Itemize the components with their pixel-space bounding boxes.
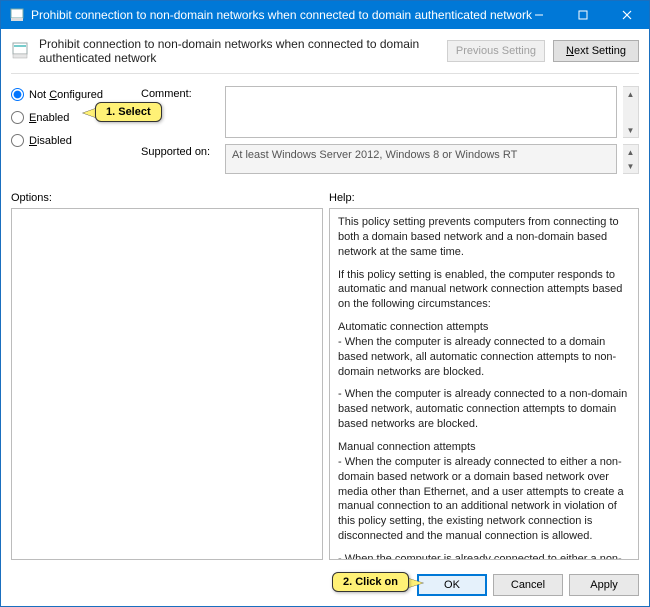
annotation-arrow-icon [407,578,423,588]
annotation-step1: 1. Select [95,102,162,122]
supported-on-value: At least Windows Server 2012, Windows 8 … [225,144,617,174]
radio-disabled[interactable]: Disabled [11,134,131,147]
state-radio-group: Not Configured Enabled Disabled 1. Selec… [11,86,131,174]
help-paragraph: - When the computer is already connected… [338,387,630,432]
cancel-button[interactable]: Cancel [493,574,563,596]
footer: 2. Click on OK Cancel Apply [1,566,649,606]
help-paragraph: - When the computer is already connected… [338,552,630,560]
ok-button[interactable]: OK [417,574,487,596]
radio-disabled-label: Disabled [29,135,72,147]
radio-not-configured-input[interactable] [11,88,24,101]
help-paragraph: - When the computer is already connected… [338,335,630,380]
annotation-step2: 2. Click on [332,572,409,592]
maximize-button[interactable] [561,1,605,29]
radio-disabled-input[interactable] [11,134,24,147]
minimize-button[interactable] [517,1,561,29]
help-pane[interactable]: This policy setting prevents computers f… [329,208,639,560]
comment-scrollbar[interactable]: ▲ ▼ [623,86,639,138]
supported-label: Supported on: [141,144,219,174]
scroll-down-icon[interactable]: ▼ [623,159,638,173]
separator [11,73,639,74]
options-label: Options: [11,192,329,204]
mid-labels: Options: Help: [1,178,649,208]
window-controls [517,1,649,29]
dialog-window: Prohibit connection to non-domain networ… [0,0,650,607]
options-pane [11,208,323,560]
help-section-title: Manual connection attempts [338,440,630,455]
supported-row: Supported on: At least Windows Server 20… [141,144,639,174]
policy-title: Prohibit connection to non-domain networ… [39,37,439,65]
radio-not-configured-label: Not Configured [29,89,103,101]
header-row: Prohibit connection to non-domain networ… [1,29,649,69]
scroll-up-icon[interactable]: ▲ [623,145,638,159]
comment-row: Comment: ▲ ▼ [141,86,639,138]
help-paragraph: - When the computer is already connected… [338,455,630,544]
comment-textarea[interactable] [225,86,617,138]
help-label: Help: [329,192,639,204]
help-paragraph: This policy setting prevents computers f… [338,215,630,260]
scroll-up-icon[interactable]: ▲ [623,87,638,101]
title-bar[interactable]: Prohibit connection to non-domain networ… [1,1,649,29]
apply-button[interactable]: Apply [569,574,639,596]
close-button[interactable] [605,1,649,29]
supported-scrollbar[interactable]: ▲ ▼ [623,144,639,174]
radio-enabled-input[interactable] [11,111,24,124]
scroll-down-icon[interactable]: ▼ [623,123,638,137]
config-area: Not Configured Enabled Disabled 1. Selec… [1,80,649,178]
help-paragraph: If this policy setting is enabled, the c… [338,268,630,313]
panes: This policy setting prevents computers f… [1,208,649,566]
fields-column: Comment: ▲ ▼ Supported on: At least Wind… [141,86,639,174]
window-title: Prohibit connection to non-domain networ… [31,8,532,22]
previous-setting-button: Previous Setting [447,40,545,62]
next-setting-button[interactable]: Next Setting [553,40,639,62]
radio-not-configured[interactable]: Not Configured [11,88,131,101]
policy-large-icon [11,41,31,61]
help-section-title: Automatic connection attempts [338,320,630,335]
radio-enabled-label: Enabled [29,112,69,124]
policy-icon [9,7,25,23]
